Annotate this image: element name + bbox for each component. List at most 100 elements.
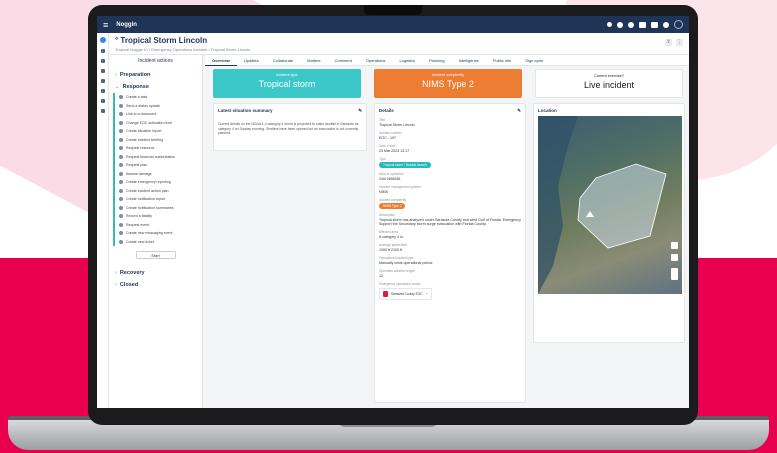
details-panel: Details ✎ Title Tropical Storm Lincoln Inci… — [374, 103, 526, 403]
action-label: Record a fatality — [126, 214, 152, 219]
notification-icon[interactable] — [651, 21, 658, 28]
field-value: 12 — [379, 274, 383, 278]
tab-overview[interactable]: Overview — [205, 55, 237, 66]
action-icon — [119, 154, 123, 159]
card-value: Tropical storm — [258, 79, 316, 89]
phase-label: Response — [122, 84, 149, 90]
zoom-controls[interactable] — [671, 268, 678, 280]
tab-operations[interactable]: Operations — [359, 55, 393, 66]
map-water — [538, 116, 578, 294]
phase-response[interactable]: ⌄ Response — [113, 81, 198, 93]
top-bar-actions — [607, 20, 683, 29]
nav-icon[interactable] — [100, 109, 105, 113]
tab-public-info[interactable]: Public info — [486, 55, 518, 66]
action-icon — [119, 146, 123, 151]
action-item[interactable]: Change EOC activation level — [113, 118, 198, 127]
field-label: Date & time — [379, 144, 396, 148]
nav-icon[interactable] — [100, 89, 105, 93]
avatar[interactable] — [674, 20, 683, 29]
action-item[interactable]: Send a status update — [113, 101, 198, 110]
share-icon[interactable]: ⇪ — [665, 39, 672, 46]
nav-icon[interactable] — [100, 99, 105, 103]
action-item[interactable]: Create new ticket — [113, 237, 198, 246]
tab-intelligence[interactable]: Intelligence — [452, 55, 486, 66]
action-item[interactable]: Request resource — [113, 144, 198, 153]
card-value: NIMS Type 2 — [422, 79, 474, 89]
action-item[interactable]: Create incident briefing — [113, 135, 198, 144]
tab-logistics[interactable]: Logistics — [392, 55, 422, 66]
action-item[interactable]: Assess damage — [113, 169, 198, 178]
action-icon — [119, 163, 123, 168]
detail-field: Area of operation Grid 0658381 — [379, 172, 521, 181]
page-title-text: Tropical Storm Lincoln — [120, 36, 208, 45]
action-item[interactable]: Create notification report — [113, 195, 198, 204]
situation-summary-panel: Latest situation summary ✎ Current detail… — [213, 103, 367, 151]
action-item[interactable]: Create notification summaries — [113, 203, 198, 212]
phase-preparation[interactable]: › Preparation — [113, 69, 198, 81]
action-item[interactable]: Create emergency reporting — [113, 178, 198, 187]
details-fields: Title Tropical Storm Lincoln Incident numb… — [379, 118, 521, 300]
action-label: Assess damage — [126, 171, 152, 176]
attachment-name: Sarasota County EOC — [391, 292, 423, 296]
action-item[interactable]: Link to a document — [113, 110, 198, 119]
action-item[interactable]: Create a task — [113, 93, 198, 102]
action-item[interactable]: Request event — [113, 220, 198, 229]
action-icon — [119, 137, 123, 142]
fullscreen-icon[interactable] — [671, 242, 678, 249]
action-item[interactable]: Request financial authorization — [113, 152, 198, 161]
nav-icon[interactable] — [100, 49, 105, 53]
action-item[interactable]: Create new messaging event — [113, 229, 198, 238]
phase-closed[interactable]: › Closed — [113, 279, 198, 291]
tab-collaborate[interactable]: Collaborate — [266, 55, 300, 66]
incident-type-card: Incident type Tropical storm — [213, 69, 361, 98]
field-label: Emergency operations center — [379, 282, 421, 286]
locate-icon[interactable] — [671, 254, 678, 261]
action-label: Create new ticket — [126, 239, 154, 244]
action-icon — [119, 222, 123, 227]
search-icon[interactable] — [607, 22, 612, 27]
grid-icon[interactable] — [639, 21, 646, 28]
tab-comment[interactable]: Comment — [328, 55, 359, 66]
action-icon — [119, 95, 123, 100]
tab-planning[interactable]: Planning — [422, 55, 452, 66]
nav-icon[interactable] — [100, 69, 105, 73]
panel-header: Location — [538, 108, 680, 113]
phase-recovery[interactable]: › Recovery — [113, 267, 198, 279]
external-link-icon[interactable]: ↗ — [426, 292, 429, 296]
home-icon[interactable] — [99, 37, 106, 43]
edit-icon[interactable]: ✎ — [358, 108, 362, 114]
detail-field: Description Tropical storm has analyzed u… — [379, 213, 521, 226]
affected-area-polygon[interactable] — [577, 163, 667, 249]
action-label: Create emergency reporting — [126, 180, 171, 185]
more-icon[interactable]: ⋮ — [676, 39, 683, 46]
start-button[interactable]: Start — [135, 251, 176, 259]
attachment-link[interactable]: Sarasota County EOC ↗ — [379, 288, 433, 300]
field-label: Incident complexity — [379, 198, 407, 202]
tab-matters[interactable]: Matters — [300, 55, 327, 66]
panel-title: Latest situation summary — [218, 108, 273, 113]
edit-icon[interactable]: ✎ — [517, 108, 521, 114]
card-label: Current exercise? — [594, 74, 624, 78]
tab-updates[interactable]: Updates — [237, 55, 266, 66]
breadcrumb[interactable]: Tropical Noggin IC / Emergency Operation… — [115, 47, 683, 52]
bell-icon[interactable] — [663, 21, 669, 28]
action-icon — [119, 171, 123, 176]
detail-field: Incident number EOC - 197 — [379, 131, 521, 140]
location-map[interactable] — [538, 116, 682, 294]
action-item[interactable]: Request plan — [113, 161, 198, 170]
detail-field: Incident complexity NIMS Type 2 — [379, 198, 521, 209]
headset-icon[interactable] — [617, 21, 623, 28]
field-label: Incident management system — [379, 185, 421, 189]
action-item[interactable]: Create incident action plan — [113, 186, 198, 195]
help-icon[interactable] — [628, 21, 634, 28]
pdf-icon — [383, 291, 388, 297]
action-item[interactable]: Create situation report — [113, 127, 198, 136]
action-item[interactable]: Record a fatality — [113, 212, 198, 221]
card-value: Live incident — [583, 80, 635, 90]
card-label: Incident type — [276, 73, 298, 77]
hamburger-menu-icon[interactable]: ≡ — [103, 20, 108, 30]
action-list: Create a task Send a status update Link to… — [113, 93, 198, 246]
nav-icon[interactable] — [100, 59, 105, 63]
tab-sign-cycle[interactable]: Sign cycle — [518, 55, 550, 66]
nav-icon[interactable] — [100, 79, 105, 83]
